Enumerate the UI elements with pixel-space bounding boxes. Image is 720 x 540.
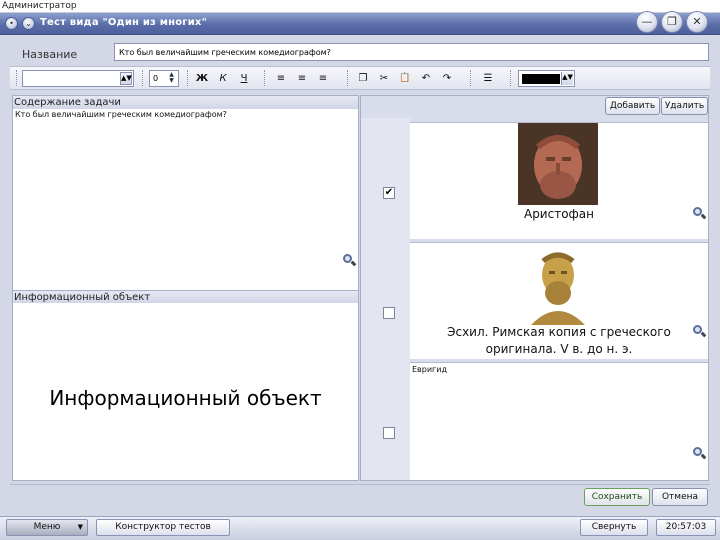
magnifier-icon[interactable] (693, 447, 707, 460)
chevron-down-icon[interactable]: ▲▼ (120, 72, 132, 85)
toolbar-grip[interactable] (142, 70, 145, 86)
minimize-all-button[interactable]: Свернуть (580, 519, 648, 536)
user-name: Администратор (2, 1, 77, 11)
aristophanes-bust-image (518, 123, 598, 205)
answers-pane: Добавить Удалить ✔ Аристофан Эсхил. Римс… (360, 95, 709, 481)
delete-answer-button[interactable]: Удалить (661, 97, 708, 115)
title-bar: • ⌄ Тест вида "Один из многих" — ❐ ✕ (0, 11, 720, 35)
magnifier-icon[interactable] (343, 254, 357, 267)
taskbar: Меню ▼ Конструктор тестов Свернуть 20:57… (0, 516, 720, 540)
system-menu-icon[interactable]: • (5, 17, 18, 30)
name-input[interactable] (114, 43, 709, 61)
answer-2-caption-line2: оригинала. V в. до н. э. (485, 342, 633, 356)
answer-checkbox-2[interactable] (383, 307, 395, 319)
spinner-icon[interactable]: ▲ ▼ (166, 72, 177, 85)
answer-1-caption: Аристофан (523, 207, 594, 221)
constructor-task-button[interactable]: Конструктор тестов (96, 519, 230, 536)
toolbar-grip[interactable] (16, 70, 19, 86)
info-object: Информационный объект (49, 386, 322, 410)
italic-button[interactable]: К (215, 71, 231, 86)
chevron-down-icon[interactable]: ▲▼ (561, 72, 573, 85)
answer-checkbox-3[interactable] (383, 427, 395, 439)
copy-button[interactable]: ❐ (355, 71, 371, 86)
minimize-button[interactable]: — (636, 11, 658, 33)
font-size-stepper[interactable]: 0 ▲ ▼ (149, 70, 179, 87)
toolbar-grip[interactable] (264, 70, 267, 86)
toolbar-grip[interactable] (510, 70, 513, 86)
save-button[interactable]: Сохранить (584, 488, 650, 506)
close-button[interactable]: ✕ (686, 11, 708, 33)
toolbar-grip[interactable] (470, 70, 473, 86)
undo-button[interactable]: ↶ (418, 71, 434, 86)
toolbar-grip[interactable] (347, 70, 350, 86)
left-pane: Содержание задачи Кто был величайшим гре… (12, 95, 359, 481)
font-select[interactable]: ▲▼ (22, 70, 134, 87)
restore-button[interactable]: ❐ (661, 11, 683, 33)
name-row: Название (10, 43, 710, 65)
redo-button[interactable]: ↷ (439, 71, 455, 86)
task-content[interactable]: Кто был величайшим греческим комедиограф… (15, 110, 227, 119)
name-label: Название (22, 48, 78, 61)
cut-button[interactable]: ✂ (376, 71, 392, 86)
magnifier-icon[interactable] (693, 207, 707, 220)
menu-label: Меню (33, 522, 61, 532)
answer-checkbox-column: ✔ (361, 118, 410, 480)
underline-button[interactable]: Ч (236, 71, 252, 86)
toolbar-grip[interactable] (187, 70, 190, 86)
cancel-button[interactable]: Отмена (652, 488, 708, 506)
color-swatch (522, 74, 560, 84)
text-color-select[interactable]: ▲▼ (518, 70, 575, 87)
answer-option-3[interactable]: Евригид (410, 362, 708, 480)
answer-checkbox-1[interactable]: ✔ (383, 187, 395, 199)
info-header: Информационный объект (13, 290, 358, 303)
answer-option-1[interactable]: Аристофан (410, 122, 708, 239)
chevron-down-icon: ▼ (77, 523, 83, 531)
answer-2-caption-line1: Эсхил. Римская копия с греческого (447, 325, 671, 339)
add-answer-button[interactable]: Добавить (605, 97, 660, 115)
test-window: • ⌄ Тест вида "Один из многих" — ❐ ✕ Наз… (0, 11, 720, 516)
window-title: Тест вида "Один из многих" (40, 17, 207, 28)
list-button[interactable]: ☰ (480, 71, 496, 86)
magnifier-icon[interactable] (693, 325, 707, 338)
align-right-button[interactable]: ≡ (315, 71, 331, 86)
clock: 20:57:03 (656, 519, 716, 536)
answer-option-2[interactable]: Эсхил. Римская копия с греческого оригин… (410, 242, 708, 359)
aeschylus-bust-image (525, 245, 591, 325)
formatting-toolbar: ▲▼ 0 ▲ ▼ Ж К Ч ≡ ≡ ≡ ❐ ✂ 📋 ↶ ↷ ☰ ▲▼ (10, 66, 710, 90)
align-left-button[interactable]: ≡ (273, 71, 289, 86)
answer-3-text: Евригид (412, 365, 447, 374)
paste-button[interactable]: 📋 (397, 71, 413, 86)
chevron-down-icon[interactable]: ⌄ (22, 17, 35, 30)
bottom-bar: Сохранить Отмена (10, 484, 710, 512)
font-size-value: 0 (153, 74, 159, 83)
user-strip: Администратор (0, 0, 720, 13)
menu-button[interactable]: Меню ▼ (6, 519, 88, 536)
align-center-button[interactable]: ≡ (294, 71, 310, 86)
bold-button[interactable]: Ж (194, 71, 210, 86)
task-header: Содержание задачи (13, 96, 358, 109)
